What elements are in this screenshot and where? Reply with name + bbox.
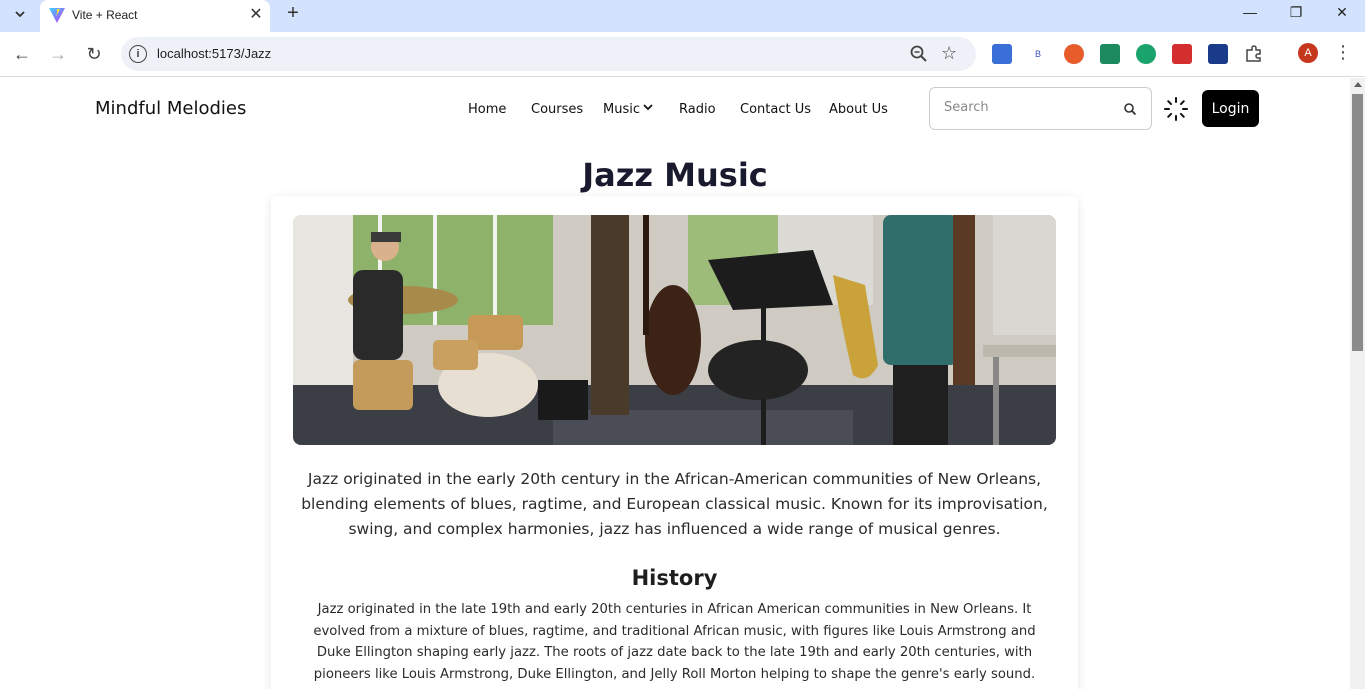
bookmark-star-icon[interactable]: ☆ [941,43,957,64]
url-text[interactable]: localhost:5173/Jazz [157,46,271,61]
extension-b-icon[interactable]: B [1028,44,1048,64]
history-paragraph: Jazz originated in the late 19th and ear… [313,602,1036,683]
extension-red-icon[interactable] [1172,44,1192,64]
nav-courses[interactable]: Courses [531,102,583,117]
site-info-icon[interactable]: i [129,45,147,63]
extension-leaf-icon[interactable] [1136,44,1156,64]
browser-menu-icon[interactable]: ⋮ [1334,42,1352,63]
tab-search-button[interactable] [8,2,32,26]
nav-contact[interactable]: Contact Us [740,102,811,117]
intro-paragraph: Jazz originated in the early 20th centur… [301,470,1048,538]
search-box [929,87,1152,130]
music-chevron-down-icon[interactable] [643,102,653,112]
browser-tab[interactable]: Vite + React ✕ [40,0,270,32]
nav-radio[interactable]: Radio [679,102,716,117]
scroll-up-arrow-icon[interactable] [1354,82,1362,87]
page-title: Jazz Music [582,156,768,194]
close-window-icon[interactable]: ✕ [1319,0,1365,24]
page-viewport: Mindful Melodies Home Courses Music Radi… [0,78,1350,689]
nav-about[interactable]: About Us [829,102,888,117]
reload-icon[interactable]: ↻ [82,42,106,66]
extension-blue-icon[interactable] [1208,44,1228,64]
back-icon[interactable]: ← [10,42,34,66]
extensions-puzzle-icon[interactable] [1244,44,1264,64]
forward-icon[interactable]: → [46,42,70,66]
search-icon[interactable] [1123,102,1137,116]
chevron-down-icon [15,11,25,18]
content-card: Jazz originated in the early 20th centur… [271,196,1078,689]
page-scrollbar[interactable] [1350,78,1365,689]
history-heading: History [631,566,718,590]
scroll-thumb[interactable] [1352,94,1363,351]
tab-title: Vite + React [72,8,138,22]
extension-check-icon[interactable] [1100,44,1120,64]
nav-music[interactable]: Music [603,102,640,117]
search-input[interactable] [944,100,1114,115]
restore-icon[interactable]: ❐ [1273,0,1319,24]
zoom-icon[interactable] [909,44,929,64]
minimize-icon[interactable]: — [1227,0,1273,24]
browser-tab-strip: Vite + React ✕ + — ❐ ✕ [0,0,1365,32]
extension-icon[interactable] [992,44,1012,64]
loading-spinner-icon [1164,97,1188,121]
nav-home[interactable]: Home [468,102,506,117]
jazz-band-photo [293,215,1056,445]
close-tab-icon[interactable]: ✕ [246,4,266,24]
vite-logo-icon [49,8,65,23]
address-bar[interactable]: i localhost:5173/Jazz ☆ [121,37,976,71]
new-tab-button[interactable]: + [282,2,304,24]
site-brand[interactable]: Mindful Melodies [95,98,246,119]
profile-avatar[interactable]: A [1298,43,1318,63]
browser-toolbar: ← → ↻ i localhost:5173/Jazz ☆ B A ⋮ [0,32,1365,77]
extension-megaphone-icon[interactable] [1064,44,1084,64]
login-button[interactable]: Login [1202,90,1259,127]
